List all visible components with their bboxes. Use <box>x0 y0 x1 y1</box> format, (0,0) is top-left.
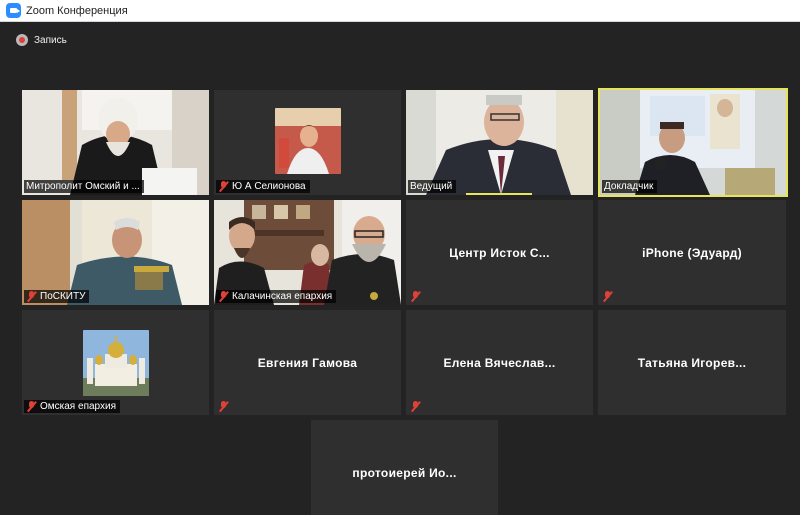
participant-name-label: Омская епархия <box>24 400 120 413</box>
participant-name-label: Митрополит Омский и ... <box>24 180 144 193</box>
participant-tile[interactable]: Омская епархия <box>22 310 209 415</box>
participant-avatar <box>275 108 341 174</box>
participant-tile[interactable]: Калачинская епархия <box>214 200 401 305</box>
muted-mic-icon <box>26 401 37 412</box>
recording-indicator[interactable]: Запись <box>16 32 67 48</box>
muted-mic-icon <box>602 291 613 302</box>
record-icon <box>16 34 28 46</box>
participant-name-label: Докладчик <box>602 180 658 193</box>
participant-display-name: iPhone (Эдуард) <box>642 245 742 260</box>
participant-display-name: Евгения Гамова <box>257 355 358 370</box>
participant-name-label <box>216 400 236 413</box>
muted-mic-icon <box>410 401 421 412</box>
participant-tile[interactable]: Евгения Гамова <box>214 310 401 415</box>
window-title: Zoom Конференция <box>26 4 128 17</box>
participant-tile[interactable]: Елена Вячеслав... <box>406 310 593 415</box>
participant-name-label: Калачинская епархия <box>216 290 337 303</box>
muted-mic-icon <box>218 291 229 302</box>
participant-tile[interactable]: Митрополит Омский и ... <box>22 90 209 195</box>
participant-tile[interactable]: Ю А Селионова <box>214 90 401 195</box>
recording-label: Запись <box>34 34 67 46</box>
participant-tile[interactable]: Центр Исток С... <box>406 200 593 305</box>
speaking-indicator <box>466 193 532 195</box>
participant-name-label: ПоСКИТУ <box>24 290 90 303</box>
window-titlebar: Zoom Конференция <box>0 0 800 22</box>
muted-mic-icon <box>26 291 37 302</box>
participant-tile-active-speaker[interactable]: Докладчик <box>598 88 788 197</box>
participant-display-name: Центр Исток С... <box>449 245 550 260</box>
participant-name-label <box>408 400 428 413</box>
muted-mic-icon <box>218 401 229 412</box>
participant-name-label <box>408 290 428 303</box>
participant-avatar <box>83 330 149 396</box>
participant-display-name: протоиерей Ио... <box>352 465 457 480</box>
muted-mic-icon <box>410 291 421 302</box>
participant-display-name: Татьяна Игорев... <box>637 355 747 370</box>
participant-tile[interactable]: протоиерей Ио... <box>311 420 498 515</box>
participant-name-label: Ю А Селионова <box>216 180 310 193</box>
participant-tile[interactable]: ПоСКИТУ <box>22 200 209 305</box>
participant-tile[interactable]: Татьяна Игорев... <box>598 310 786 415</box>
participant-tile[interactable]: Ведущий <box>406 90 593 195</box>
participant-name-label <box>600 290 620 303</box>
zoom-logo-icon <box>6 3 21 18</box>
participant-tile[interactable]: iPhone (Эдуард) <box>598 200 786 305</box>
participant-name-label: Ведущий <box>408 180 457 193</box>
participant-display-name: Елена Вячеслав... <box>443 355 556 370</box>
muted-mic-icon <box>218 181 229 192</box>
